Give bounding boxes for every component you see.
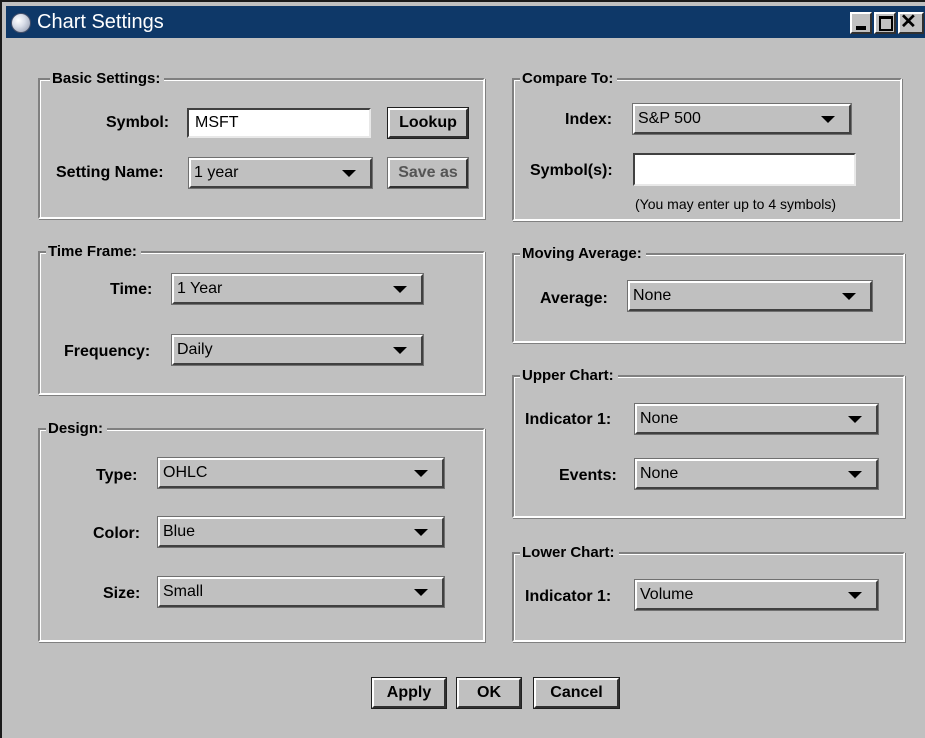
window-title: Chart Settings <box>37 11 164 33</box>
maximize-button[interactable] <box>874 12 896 34</box>
color-label: Color: <box>93 525 141 542</box>
maximize-icon <box>879 16 893 31</box>
setting-name-label: Setting Name: <box>56 164 164 181</box>
apply-button[interactable]: Apply <box>371 677 447 709</box>
upper-chart-panel: Upper Chart: <box>512 367 905 518</box>
chevron-down-icon <box>414 529 428 536</box>
compare-to-title: Compare To: <box>520 70 618 88</box>
frequency-value: Daily <box>177 341 213 358</box>
upper-chart-title: Upper Chart: <box>520 367 618 385</box>
type-value: OHLC <box>163 464 208 481</box>
chevron-down-icon <box>393 347 407 354</box>
frequency-select[interactable]: Daily <box>171 334 424 366</box>
basic-settings-panel: Basic Settings: <box>38 70 485 219</box>
chevron-down-icon <box>848 471 862 478</box>
cancel-button[interactable]: Cancel <box>533 677 620 709</box>
design-title: Design: <box>46 420 108 438</box>
chart-settings-window: Chart Settings ✕ Basic Settings: Symbol:… <box>0 0 925 738</box>
upper-indicator-value: None <box>640 410 679 427</box>
events-label: Events: <box>559 467 617 484</box>
color-value: Blue <box>163 523 196 540</box>
events-select[interactable]: None <box>634 458 879 490</box>
title-bar[interactable]: Chart Settings ✕ <box>6 6 925 38</box>
compare-symbols-input[interactable] <box>633 153 856 186</box>
basic-settings-title: Basic Settings: <box>50 70 165 88</box>
chevron-down-icon <box>848 592 862 599</box>
size-value: Small <box>163 583 204 600</box>
chevron-down-icon <box>393 286 407 293</box>
time-label: Time: <box>110 281 153 298</box>
minimize-icon <box>856 26 866 30</box>
window-menu-icon[interactable] <box>11 13 31 33</box>
close-button[interactable]: ✕ <box>898 11 924 34</box>
time-frame-panel: Time Frame: <box>38 243 485 395</box>
setting-name-value: 1 year <box>194 164 239 181</box>
close-icon: ✕ <box>900 11 917 33</box>
chevron-down-icon <box>842 293 856 300</box>
setting-name-select[interactable]: 1 year <box>188 157 373 189</box>
moving-average-title: Moving Average: <box>520 245 646 263</box>
lower-indicator-value: Volume <box>640 586 694 603</box>
time-select[interactable]: 1 Year <box>171 273 424 305</box>
index-select[interactable]: S&P 500 <box>632 103 852 135</box>
upper-indicator-select[interactable]: None <box>634 403 879 435</box>
size-select[interactable]: Small <box>157 576 445 608</box>
upper-indicator-label: Indicator 1: <box>525 411 612 428</box>
time-value: 1 Year <box>177 280 223 297</box>
lower-indicator-select[interactable]: Volume <box>634 579 879 611</box>
type-label: Type: <box>96 467 138 484</box>
chevron-down-icon <box>414 470 428 477</box>
events-value: None <box>640 465 679 482</box>
index-label: Index: <box>565 111 613 128</box>
chevron-down-icon <box>848 416 862 423</box>
index-value: S&P 500 <box>638 110 701 127</box>
size-label: Size: <box>103 585 141 602</box>
chevron-down-icon <box>414 589 428 596</box>
minimize-button[interactable] <box>850 12 872 34</box>
type-select[interactable]: OHLC <box>157 457 445 489</box>
frequency-label: Frequency: <box>64 343 151 360</box>
symbols-hint: (You may enter up to 4 symbols) <box>635 196 837 212</box>
ok-button[interactable]: OK <box>456 677 522 709</box>
chevron-down-icon <box>821 116 835 123</box>
symbol-input[interactable]: MSFT <box>187 108 371 138</box>
average-select[interactable]: None <box>627 280 873 312</box>
symbols-label: Symbol(s): <box>530 162 613 179</box>
lower-chart-title: Lower Chart: <box>520 544 619 562</box>
symbol-label: Symbol: <box>106 114 170 131</box>
lookup-button[interactable]: Lookup <box>387 107 469 139</box>
time-frame-title: Time Frame: <box>46 243 141 261</box>
color-select[interactable]: Blue <box>157 516 445 548</box>
chevron-down-icon <box>342 170 356 177</box>
average-value: None <box>633 287 672 304</box>
save-as-button[interactable]: Save as <box>387 157 469 189</box>
lower-indicator-label: Indicator 1: <box>525 588 612 605</box>
average-label: Average: <box>540 290 608 307</box>
